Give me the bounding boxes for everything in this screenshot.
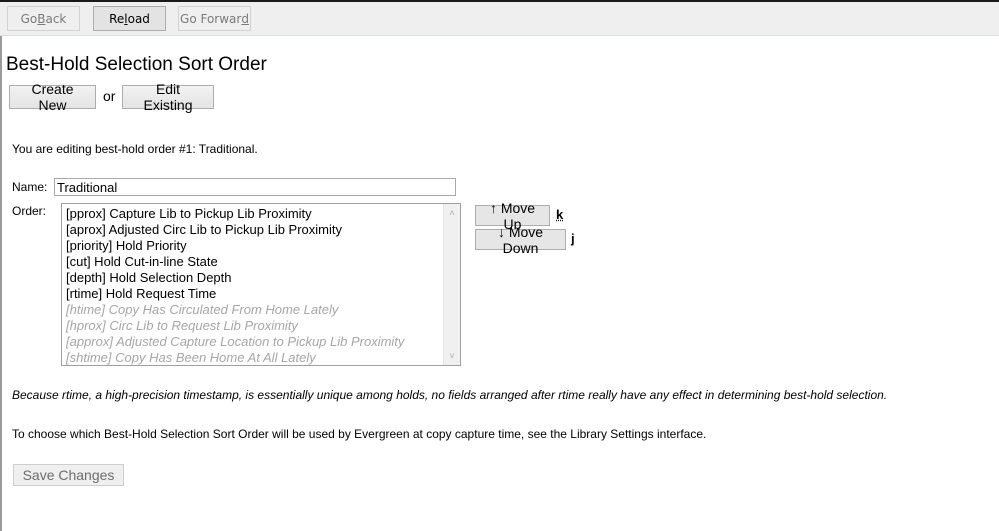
go-back-accesskey: B	[37, 11, 46, 26]
move-down-button[interactable]: ↓ Move Down	[475, 224, 566, 256]
create-new-button[interactable]: Create New	[9, 81, 96, 113]
move-down-hotkey: j	[571, 231, 575, 246]
reload-button[interactable]: Re l oad	[93, 6, 166, 31]
reload-label-post: oad	[127, 11, 150, 26]
name-input[interactable]	[54, 178, 456, 196]
order-item[interactable]: [priority] Hold Priority	[66, 238, 444, 254]
order-scrollbar[interactable]: ˄ ˅	[443, 204, 460, 365]
rtime-note: Because rtime, a high-precision timestam…	[12, 388, 888, 402]
go-back-label-post: ack	[45, 11, 67, 26]
order-label: Order:	[12, 204, 47, 218]
page-title: Best-Hold Selection Sort Order	[6, 54, 267, 75]
or-text: or	[103, 88, 116, 104]
scroll-down-icon[interactable]: ˅	[444, 349, 460, 363]
order-item[interactable]: [depth] Hold Selection Depth	[66, 270, 444, 286]
order-item[interactable]: [hprox] Circ Lib to Request Lib Proximit…	[66, 318, 444, 334]
window-edge	[0, 36, 2, 531]
order-item[interactable]: [shtime] Copy Has Been Home At All Latel…	[66, 350, 444, 365]
move-up-hotkey: k	[556, 207, 564, 222]
order-items: [pprox] Capture Lib to Pickup Lib Proxim…	[66, 206, 444, 365]
order-item[interactable]: [htime] Copy Has Circulated From Home La…	[66, 302, 444, 318]
order-item[interactable]: [aprox] Adjusted Circ Lib to Pickup Lib …	[66, 222, 444, 238]
reload-label-pre: Re	[109, 11, 125, 26]
go-forward-button[interactable]: Go Forwar d	[178, 6, 251, 31]
library-settings-hint: To choose which Best-Hold Selection Sort…	[12, 427, 707, 441]
edit-existing-button[interactable]: Edit Existing	[122, 81, 214, 113]
order-listbox[interactable]: [pprox] Capture Lib to Pickup Lib Proxim…	[61, 203, 461, 366]
go-back-button[interactable]: Go Back	[7, 6, 80, 31]
order-item[interactable]: [rtime] Hold Request Time	[66, 286, 444, 302]
go-forward-accesskey: d	[241, 11, 249, 26]
order-item[interactable]: [approx] Adjusted Capture Location to Pi…	[66, 334, 444, 350]
order-item[interactable]: [pprox] Capture Lib to Pickup Lib Proxim…	[66, 206, 444, 222]
go-back-label-pre: Go	[20, 11, 38, 26]
scroll-up-icon[interactable]: ˄	[444, 206, 460, 220]
order-item[interactable]: [cut] Hold Cut-in-line State	[66, 254, 444, 270]
navigation-toolbar: Go Back Re l oad Go Forwar d	[0, 2, 999, 36]
save-changes-button[interactable]: Save Changes	[13, 464, 124, 486]
name-label: Name:	[12, 180, 48, 194]
go-forward-label-pre: Go Forwar	[180, 11, 242, 26]
editing-status-text: You are editing best-hold order #1: Trad…	[12, 142, 258, 156]
